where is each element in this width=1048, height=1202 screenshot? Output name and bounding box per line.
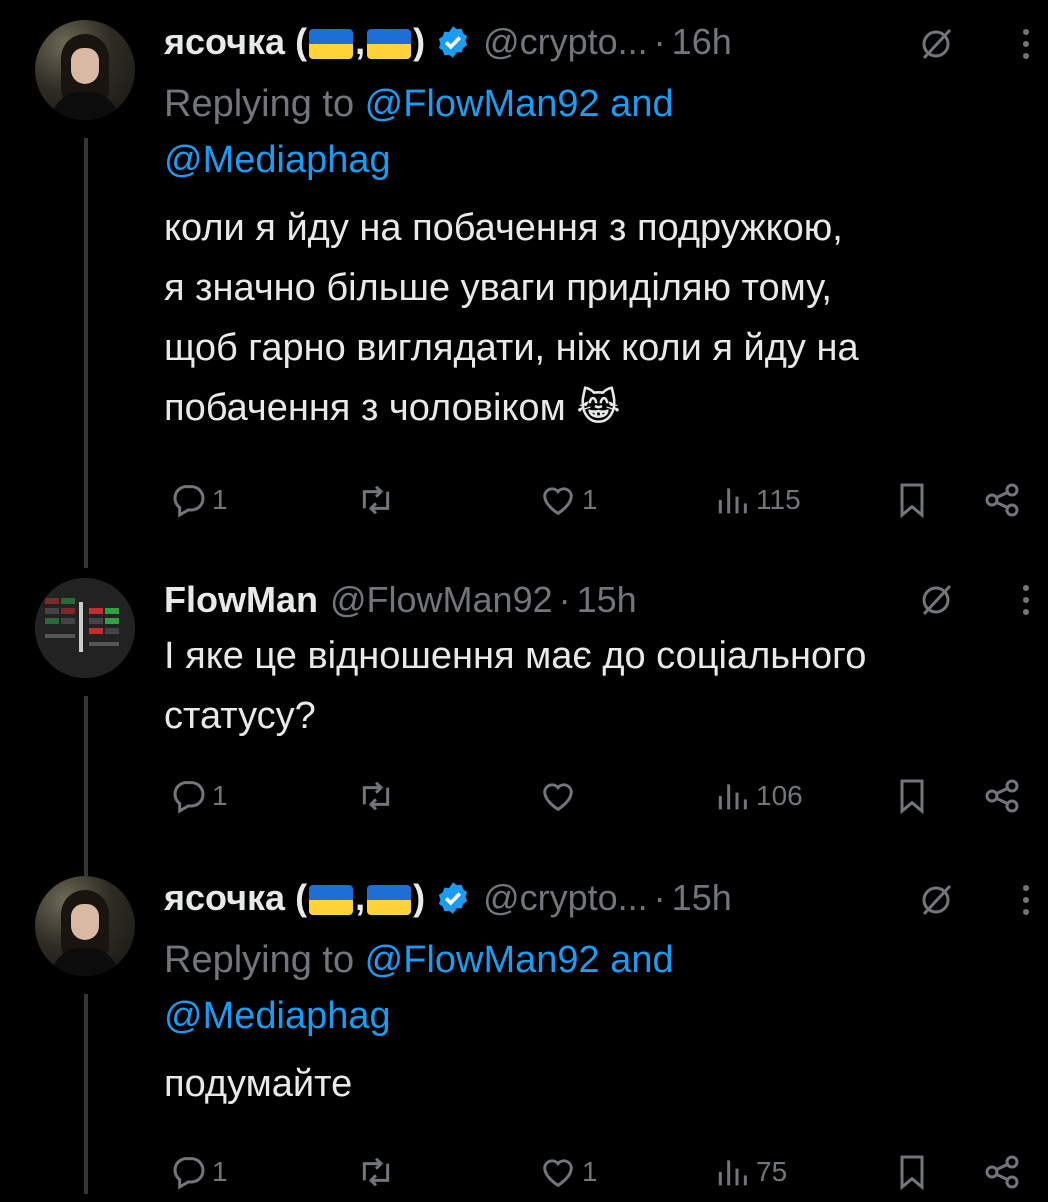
action-bar: 1 106 xyxy=(164,776,1048,826)
mention-link[interactable]: @Mediaphag xyxy=(164,139,391,181)
replying-to: Replying to @FlowMan92 and @Mediaphag xyxy=(164,939,674,1037)
tweet-text: подумайте xyxy=(164,1063,353,1105)
timestamp[interactable]: 15h xyxy=(672,877,732,919)
repost-button[interactable] xyxy=(356,1152,396,1192)
share-icon xyxy=(985,483,1019,517)
reply-icon xyxy=(173,485,205,518)
repost-icon xyxy=(362,781,390,811)
tweet-text: коли я йду на побачення з подружкою, я з… xyxy=(164,207,859,429)
repost-icon xyxy=(362,1157,390,1187)
thread-line xyxy=(84,138,88,568)
action-bar: 1 1 115 xyxy=(164,480,1048,530)
grok-icon[interactable] xyxy=(916,880,956,920)
views-button[interactable]: 106 xyxy=(712,776,803,816)
repost-button[interactable] xyxy=(356,480,396,520)
ukraine-flag-icon xyxy=(367,29,412,60)
more-icon[interactable] xyxy=(1020,880,1032,920)
tweet-1[interactable]: ясочка (,) @crypto... · 16h Replying to … xyxy=(0,20,1048,568)
author-handle[interactable]: @crypto... xyxy=(483,21,648,63)
like-icon xyxy=(543,783,573,812)
author-name[interactable]: FlowMan xyxy=(164,579,318,621)
bookmark-button[interactable] xyxy=(892,1152,932,1192)
views-icon xyxy=(718,784,747,810)
share-button[interactable] xyxy=(982,776,1022,816)
reply-button[interactable]: 1 xyxy=(168,776,228,816)
like-button[interactable]: 1 xyxy=(538,1152,598,1192)
views-button[interactable]: 115 xyxy=(712,480,801,520)
like-icon xyxy=(543,487,573,516)
thread-line xyxy=(84,994,88,1194)
avatar[interactable] xyxy=(35,578,135,678)
avatar[interactable] xyxy=(35,876,135,976)
tweet-text: І яке це відношення має до соціального с… xyxy=(164,635,867,737)
replying-to: Replying to @FlowMan92 and @Mediaphag xyxy=(164,83,674,181)
views-icon xyxy=(718,1160,747,1186)
share-button[interactable] xyxy=(982,480,1022,520)
grok-icon[interactable] xyxy=(916,580,956,620)
more-icon[interactable] xyxy=(1020,24,1032,64)
author-name[interactable]: ясочка (,) xyxy=(164,21,425,63)
ukraine-flag-icon xyxy=(309,29,354,60)
bookmark-button[interactable] xyxy=(892,480,932,520)
author-handle[interactable]: @crypto... xyxy=(483,877,648,919)
more-icon[interactable] xyxy=(1020,580,1032,620)
share-button[interactable] xyxy=(982,1152,1022,1192)
tweet-2[interactable]: FlowMan @FlowMan92 · 15h І яке це віднош… xyxy=(0,578,1048,876)
bookmark-button[interactable] xyxy=(892,776,932,816)
mention-link[interactable]: @FlowMan92 xyxy=(365,939,600,981)
repost-button[interactable] xyxy=(356,776,396,816)
like-button[interactable]: 1 xyxy=(538,480,598,520)
timestamp[interactable]: 16h xyxy=(672,21,732,63)
avatar-image xyxy=(35,578,135,678)
share-icon xyxy=(985,1155,1019,1189)
bookmark-icon xyxy=(900,483,924,519)
tweet-3[interactable]: ясочка (,) @crypto... · 15h Replying to … xyxy=(0,876,1048,1194)
views-button[interactable]: 75 xyxy=(712,1152,787,1192)
reply-icon xyxy=(173,781,205,814)
ukraine-flag-icon xyxy=(309,885,354,916)
timestamp[interactable]: 15h xyxy=(577,579,637,621)
mention-link[interactable]: @FlowMan92 xyxy=(365,83,600,125)
grok-icon[interactable] xyxy=(916,24,956,64)
avatar[interactable] xyxy=(35,20,135,120)
author-name[interactable]: ясочка (,) xyxy=(164,877,425,919)
bookmark-icon xyxy=(900,1155,924,1191)
repost-icon xyxy=(362,485,390,515)
reply-icon xyxy=(173,1157,205,1190)
ukraine-flag-icon xyxy=(367,885,412,916)
bookmark-icon xyxy=(900,779,924,815)
action-bar: 1 1 75 xyxy=(164,1152,1048,1202)
verified-badge-icon xyxy=(438,26,468,58)
like-icon xyxy=(543,1159,573,1188)
share-icon xyxy=(985,779,1019,813)
like-button[interactable] xyxy=(538,776,578,816)
verified-badge-icon xyxy=(438,882,468,914)
reply-button[interactable]: 1 xyxy=(168,480,228,520)
reply-button[interactable]: 1 xyxy=(168,1152,228,1192)
thread-line xyxy=(84,696,88,876)
emoji: 😹 xyxy=(576,387,621,429)
author-handle[interactable]: @FlowMan92 xyxy=(330,579,553,621)
mention-link[interactable]: @Mediaphag xyxy=(164,995,391,1037)
views-icon xyxy=(718,488,747,514)
